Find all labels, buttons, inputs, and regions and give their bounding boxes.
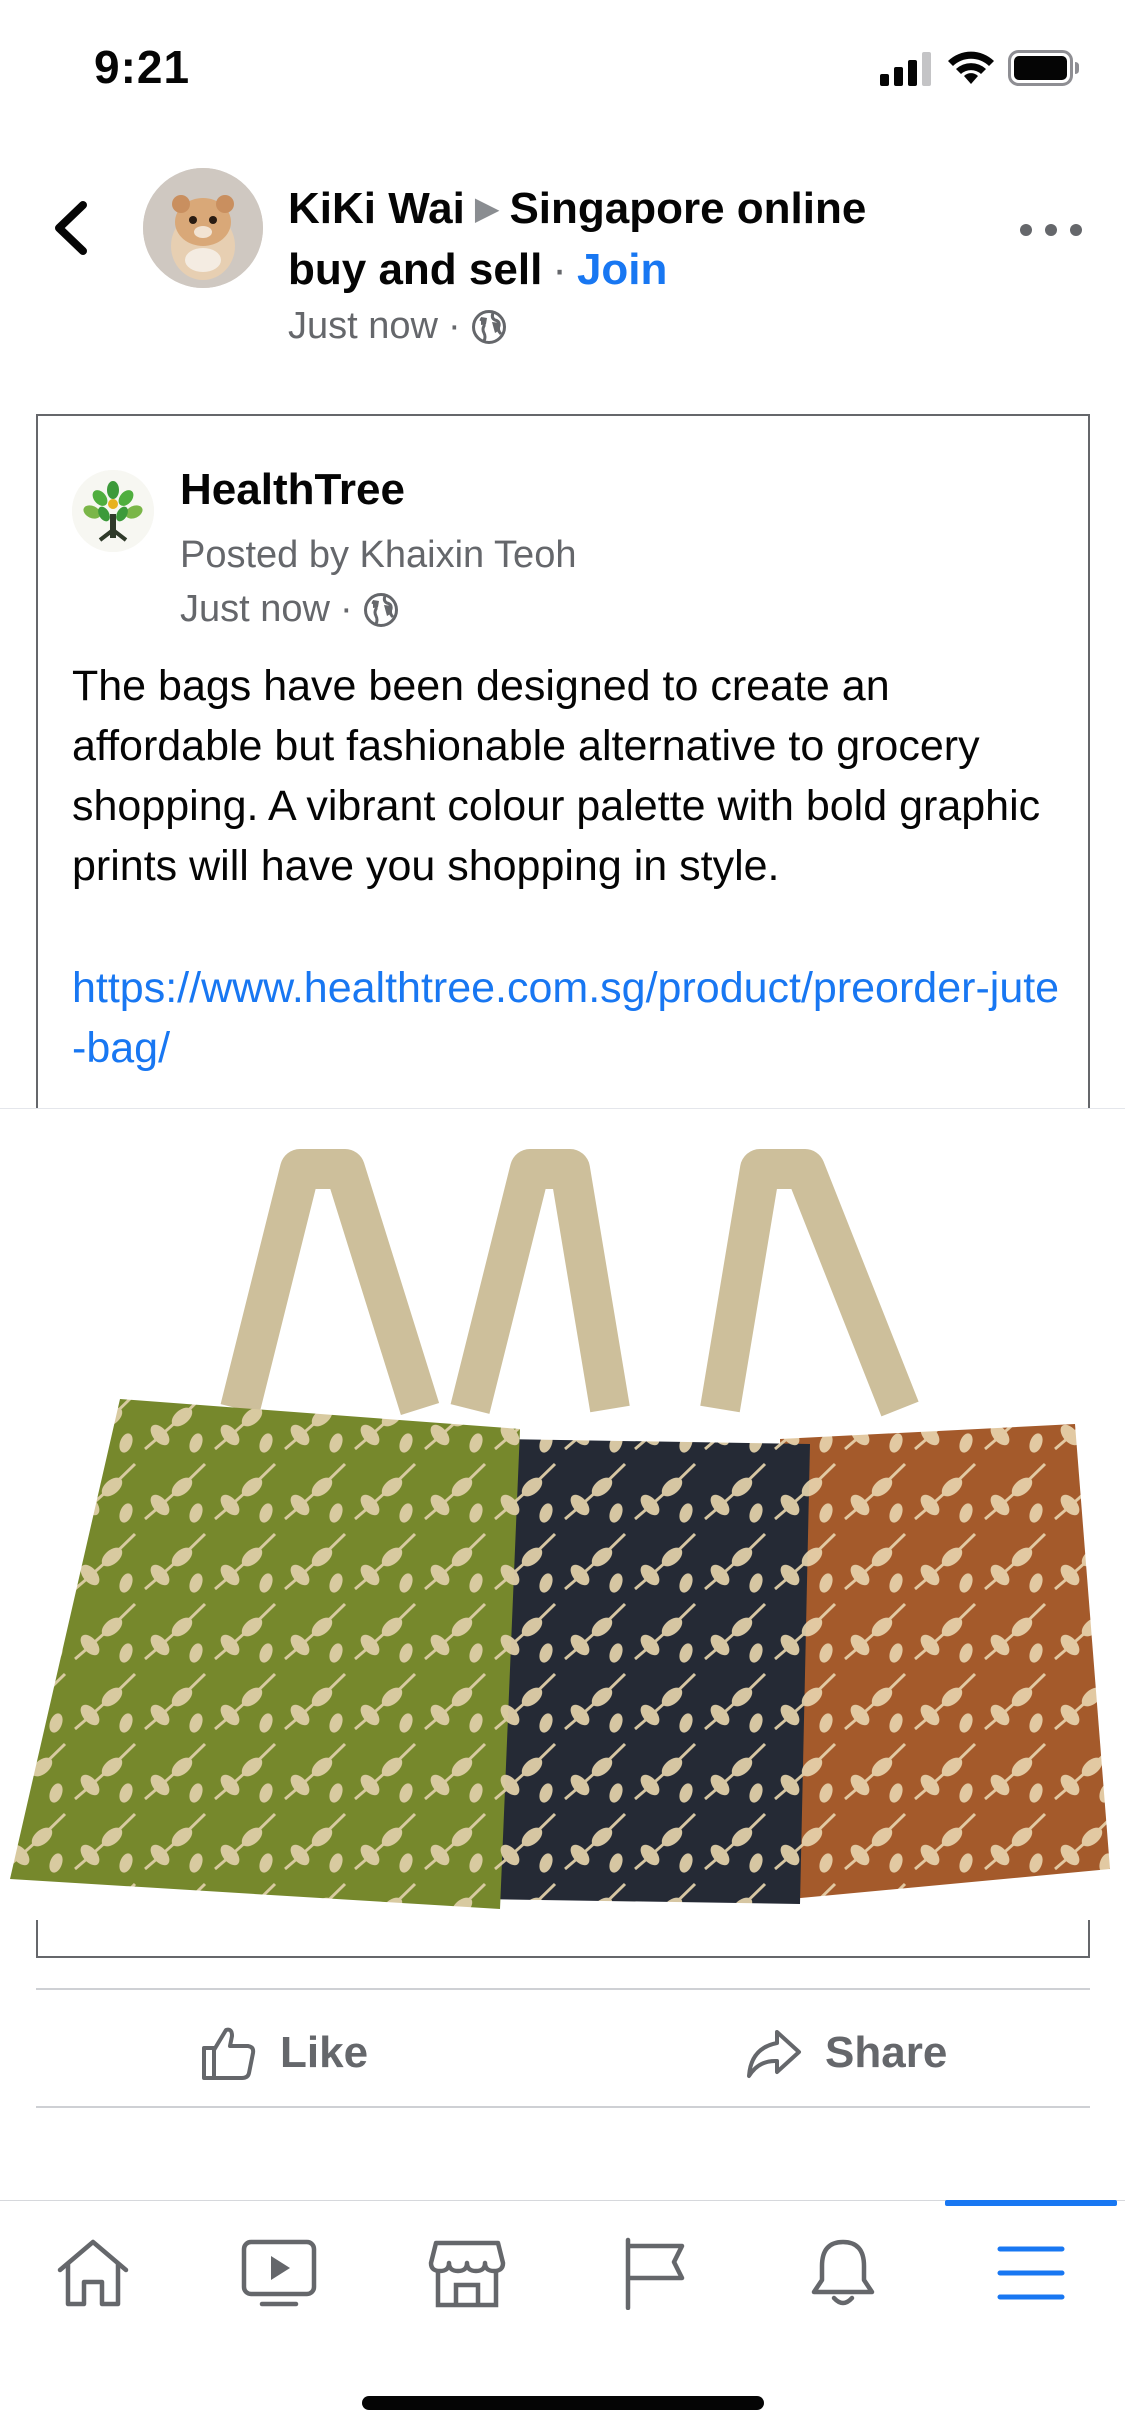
video-icon bbox=[241, 2239, 317, 2307]
post-header-title: KiKi Wai ▶ Singapore online buy and sell · J… bbox=[288, 178, 928, 300]
tab-pages[interactable] bbox=[610, 2228, 700, 2318]
tab-marketplace[interactable] bbox=[422, 2228, 512, 2318]
chevron-left-icon bbox=[55, 201, 87, 255]
tab-home[interactable] bbox=[48, 2228, 138, 2318]
like-label: Like bbox=[280, 2028, 369, 2077]
tree-logo-icon bbox=[72, 470, 154, 552]
hamster-avatar-icon bbox=[143, 168, 263, 288]
battery-icon bbox=[1008, 50, 1079, 86]
more-dot bbox=[1045, 224, 1057, 236]
post-body-text: The bags have been designed to create an… bbox=[72, 662, 1041, 890]
posted-by: Posted by Khaixin Teoh bbox=[180, 534, 577, 576]
globe-icon bbox=[471, 309, 506, 344]
globe-icon bbox=[363, 592, 398, 627]
share-button[interactable]: Share bbox=[745, 2020, 947, 2086]
more-options-button[interactable] bbox=[1020, 215, 1082, 245]
wifi-icon bbox=[948, 51, 994, 84]
action-divider-top bbox=[36, 1988, 1090, 1990]
status-bar: 9:21 bbox=[0, 0, 1125, 140]
meta-separator: · bbox=[447, 305, 461, 347]
notifications-bell-icon bbox=[811, 2239, 875, 2306]
share-arrow-icon bbox=[747, 2030, 801, 2078]
arrow-right-icon: ▶ bbox=[474, 190, 500, 226]
page-name[interactable]: HealthTree bbox=[180, 465, 405, 515]
like-button[interactable]: Like bbox=[200, 2020, 368, 2086]
join-link[interactable]: Join bbox=[577, 245, 667, 294]
home-icon bbox=[57, 2239, 129, 2307]
post-link[interactable]: https://www.healthtree.com.sg/product/pr… bbox=[72, 958, 1062, 1078]
home-indicator[interactable] bbox=[362, 2396, 764, 2410]
share-label: Share bbox=[825, 2028, 948, 2077]
page-logo[interactable] bbox=[72, 470, 154, 552]
post-header-meta: Just now · bbox=[288, 305, 507, 348]
more-dot bbox=[1020, 224, 1032, 236]
thumbs-up-icon bbox=[202, 2027, 256, 2080]
cellular-signal-icon bbox=[880, 52, 931, 86]
three-jute-tote-bags-photo bbox=[10, 1149, 1110, 1909]
author-name[interactable]: KiKi Wai bbox=[288, 184, 465, 233]
author-avatar[interactable] bbox=[143, 168, 263, 288]
tab-menu[interactable] bbox=[986, 2228, 1076, 2318]
back-button[interactable] bbox=[40, 195, 100, 261]
tab-notifications[interactable] bbox=[798, 2228, 888, 2318]
tab-video[interactable] bbox=[234, 2228, 324, 2318]
shared-post-time[interactable]: Just now bbox=[180, 588, 330, 631]
separator: · bbox=[552, 245, 567, 294]
shared-post-meta: Just now · bbox=[180, 588, 399, 631]
pages-flag-icon bbox=[625, 2237, 685, 2310]
active-tab-indicator bbox=[945, 2200, 1117, 2206]
meta-separator: · bbox=[339, 588, 353, 630]
post-image[interactable] bbox=[0, 1108, 1125, 1920]
post-time[interactable]: Just now bbox=[288, 305, 438, 348]
more-dot bbox=[1070, 224, 1082, 236]
status-time: 9:21 bbox=[94, 41, 191, 93]
action-divider-bottom bbox=[36, 2106, 1090, 2108]
marketplace-icon bbox=[428, 2240, 506, 2308]
menu-icon bbox=[997, 2246, 1065, 2300]
